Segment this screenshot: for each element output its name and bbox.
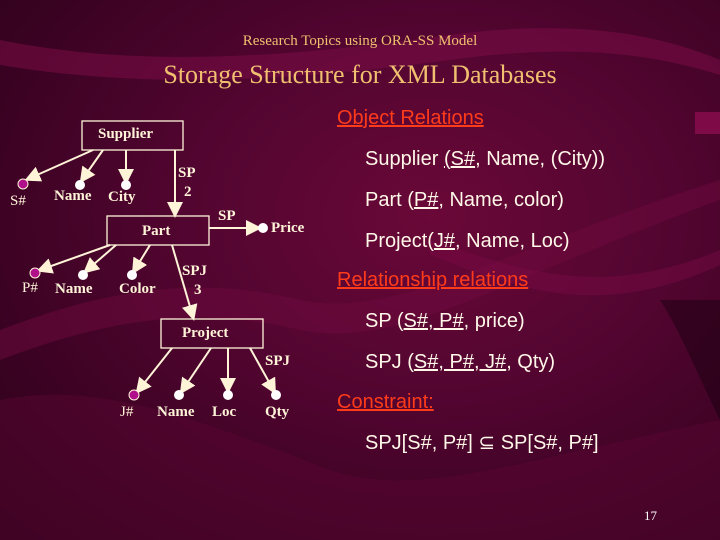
spj-relation-key: S#, P#, J# [413,351,507,373]
page-number: 17 [644,508,657,523]
part-color-label: Color [119,281,156,297]
part-name-label: Name [55,281,93,297]
project-relation: Project(J#, Name, Loc) [365,230,570,253]
attribute-dot-price [258,223,268,233]
supplier-key-label: S# [10,193,26,209]
supplier-relation-key: S# [450,148,476,170]
qty-label: Qty [265,404,290,420]
edge-project-name [179,347,212,395]
project-relation-name: Project( [365,230,434,252]
supplier-name-label: Name [54,188,92,204]
sp-relationship-label: SP [178,165,196,181]
supplier-relation-name: Supplier [365,148,444,170]
project-relation-key: J# [433,230,456,252]
attribute-dot-color [127,270,137,280]
price-label: Price [271,220,305,236]
sp-relation-name: SP ( [365,310,404,332]
part-relation-name: Part ( [365,189,414,211]
constraint-heading: Constraint: [337,391,434,413]
project-object-label: Project [182,325,229,341]
attribute-dot-part-name [78,270,88,280]
supplier-city-label: City [108,189,136,205]
supplier-object-label: Supplier [98,126,154,142]
constraint-text: SPJ[S#, P#] ⊆ SP[S#, P#] [365,432,599,454]
part-relation-key: P# [413,189,439,211]
spj-relation-name: SPJ ( [365,351,414,373]
key-attribute-dot-p [29,267,41,279]
part-relation-rest: , Name, color) [438,189,564,211]
relationship-relations-heading: Relationship relations [337,269,529,291]
part-relation: Part (P#, Name, color) [365,189,564,212]
edge-project-jkey [135,347,173,395]
sp-degree-label: 2 [184,184,192,200]
spj-degree-label: 3 [194,282,202,298]
sp-relation: SP (S#, P#, price) [365,310,525,333]
key-attribute-dot-s [17,178,29,190]
key-attribute-dot-j [128,389,140,401]
supplier-relation-open: ( [443,148,451,170]
edge-part-pkey [36,244,111,274]
supplier-relation: Supplier (S#, Name, (City)) [365,148,605,171]
sp-relation-key: S#, P# [403,310,464,332]
spj-relation-rest: , Qty) [506,351,556,373]
spj-relationship-label: SPJ [182,263,208,279]
project-key-label: J# [120,404,134,420]
supplier-relation-rest: , Name, (City)) [475,148,606,170]
sp-edge-label: SP [218,208,236,224]
project-loc-label: Loc [212,404,237,420]
project-relation-rest: , Name, Loc) [455,230,570,252]
part-object-label: Part [142,223,171,239]
object-relations-heading: Object Relations [337,107,484,129]
edge-part-project [171,244,198,321]
part-key-label: P# [22,280,38,296]
edge-part-color [131,244,151,275]
spj-edge-label: SPJ [265,353,291,369]
attribute-dot-qty [271,390,281,400]
sp-relation-rest: , price) [463,310,525,332]
project-name-label: Name [157,404,195,420]
attribute-dot-project-name [174,390,184,400]
spj-relation: SPJ (S#, P#, J#, Qty) [365,351,555,374]
attribute-dot-loc [223,390,233,400]
edge-supplier-skey [24,149,94,182]
